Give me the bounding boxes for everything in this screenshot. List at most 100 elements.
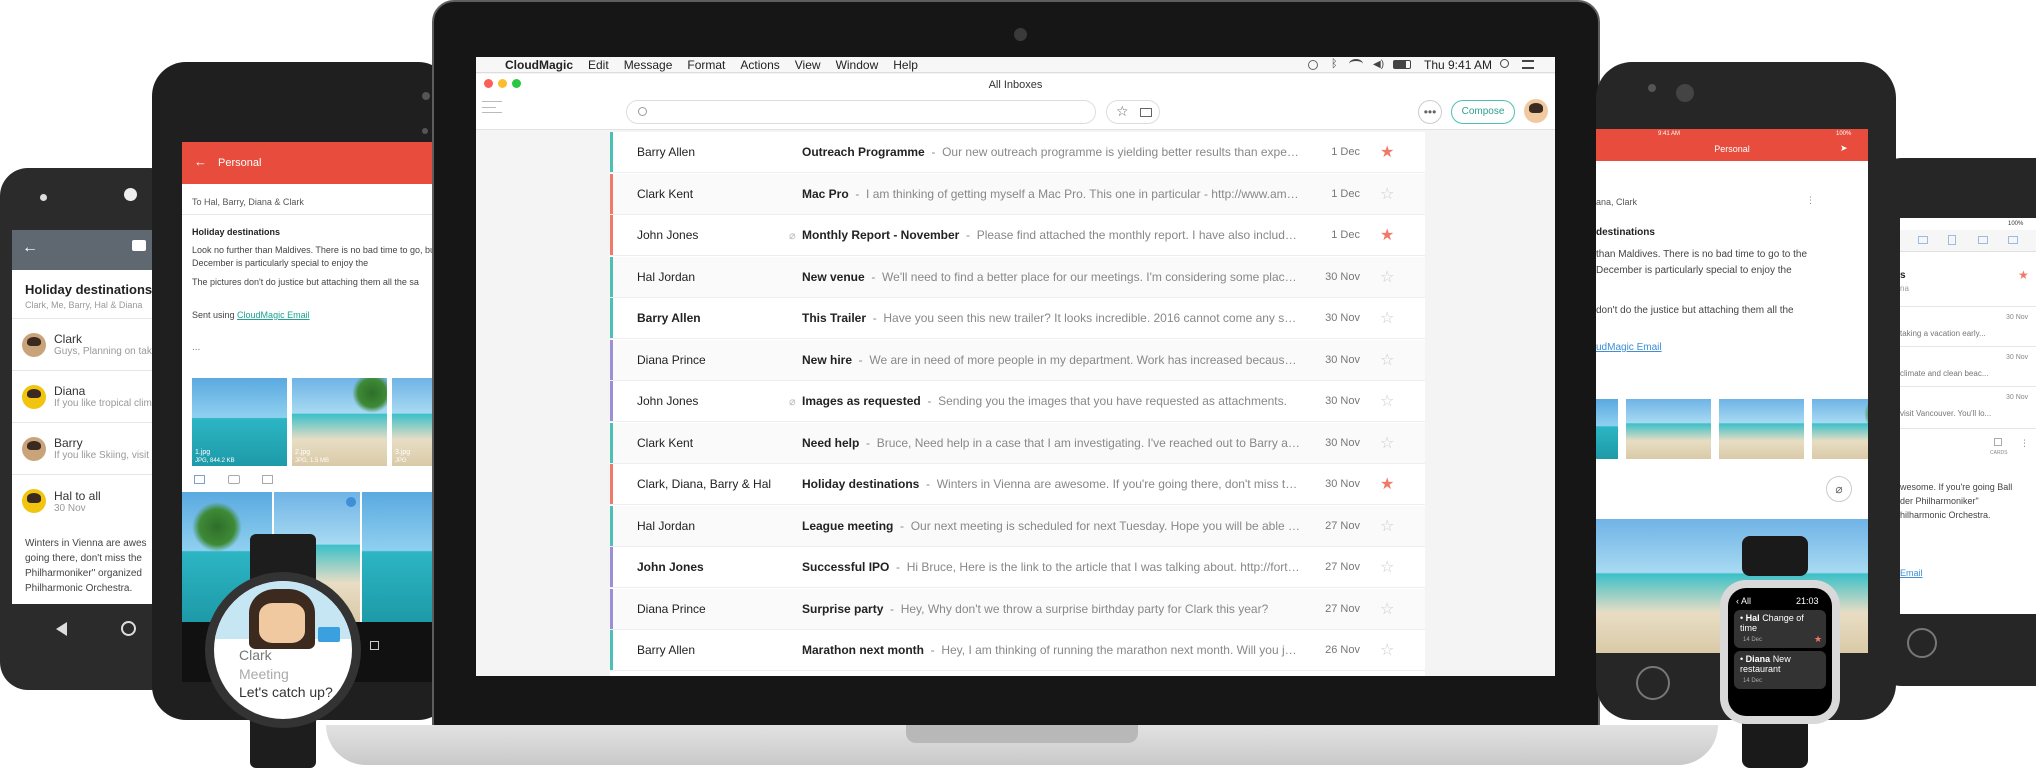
star-icon[interactable]: ☆ <box>1380 184 1394 204</box>
attach-button[interactable]: ⌀ <box>1826 476 1852 502</box>
trash-icon[interactable] <box>1948 235 1956 245</box>
menu-help[interactable]: Help <box>893 58 918 72</box>
menu-app-name[interactable]: CloudMagic <box>505 58 573 72</box>
bluetooth-icon[interactable]: ᛒ <box>1331 58 1338 70</box>
camera-icon[interactable] <box>228 475 240 484</box>
file-icon[interactable] <box>262 475 273 484</box>
send-icon[interactable]: ➤ <box>1840 143 1848 154</box>
menubar-clock[interactable]: Thu 9:41 AM <box>1424 58 1492 72</box>
email-row[interactable]: Barry Allen Outreach Programme - Our new … <box>610 132 1425 173</box>
star-icon[interactable]: ☆ <box>1380 599 1394 619</box>
move-icon[interactable] <box>1978 236 1988 244</box>
menu-window[interactable]: Window <box>836 58 879 72</box>
email-row[interactable]: John Jones ⌀ Images as requested - Sending… <box>610 381 1425 422</box>
folder-icon[interactable] <box>1918 236 1928 244</box>
ipad-home-button[interactable] <box>1636 666 1670 700</box>
list-item[interactable]: Hal to all 30 Nov <box>12 475 164 527</box>
ipad-subject: destinations <box>1596 227 1655 238</box>
iphone-battery: 100% <box>2008 221 2024 227</box>
email-row[interactable]: Clark Kent Mac Pro - I am thinking of get… <box>610 173 1425 215</box>
list-item[interactable]: Barry If you like Skiing, visit Van <box>12 423 164 475</box>
back-arrow-icon[interactable]: ← <box>194 154 207 169</box>
attachment-thumb-1[interactable]: 1.jpg JPG, 844.2 KB <box>192 378 287 466</box>
email-row[interactable]: Clark Kent Need help - Bruce, Need help i… <box>610 422 1425 464</box>
cards-label[interactable]: CARDS <box>1990 450 2008 456</box>
quoted-ellipsis[interactable]: ... <box>192 342 200 353</box>
email-row[interactable]: John Jones Successful IPO - Hi Bruce, Her… <box>610 547 1425 588</box>
ipad-attachment-1[interactable] <box>1596 399 1618 459</box>
star-icon[interactable]: ☆ <box>1380 350 1394 370</box>
attachment-name: 3.jpg <box>395 449 411 456</box>
star-icon[interactable]: ☆ <box>1380 640 1394 660</box>
folder-icon[interactable] <box>132 240 146 251</box>
ipad-attachment-4[interactable] <box>1812 399 1868 459</box>
menu-actions[interactable]: Actions <box>740 58 779 72</box>
volume-icon[interactable]: ◀) <box>1373 59 1384 70</box>
email-row[interactable]: Barry Allen This Trailer - Have you seen … <box>610 298 1425 339</box>
image-icon[interactable] <box>194 475 205 484</box>
notification-center-icon[interactable] <box>1522 60 1534 69</box>
watch-list-item[interactable]: • Diana New restaurant 14 Dec <box>1734 651 1826 689</box>
attachment-thumb-2[interactable]: 2.jpg JPG, 1.5 MB <box>292 378 387 466</box>
list-item[interactable]: Clark Guys, Planning on taking <box>12 319 164 371</box>
recents-nav-icon[interactable] <box>370 641 379 650</box>
email-row[interactable]: Barry Allen Marathon next month - Hey, I … <box>610 630 1425 671</box>
star-icon[interactable]: ☆ <box>1380 433 1394 453</box>
email-date: 1 Dec <box>1331 187 1360 200</box>
ipad-attachment-3[interactable] <box>1719 399 1804 459</box>
email-row[interactable]: Diana Prince Surprise party - Hey, Why do… <box>610 588 1425 630</box>
email-row[interactable]: Clark, Diana, Barry & Hal Holiday destina… <box>610 464 1425 505</box>
sidebar-menu-icon[interactable] <box>482 101 502 113</box>
mail-icon[interactable] <box>2008 236 2018 244</box>
star-icon[interactable]: ★ <box>1380 225 1394 245</box>
menu-message[interactable]: Message <box>624 58 673 72</box>
search-input[interactable] <box>626 100 1096 124</box>
more-options-button[interactable]: ••• <box>1418 100 1442 124</box>
email-sender: Diana Prince <box>637 352 706 367</box>
more-vert-icon[interactable]: ⋮ <box>2020 438 2029 449</box>
battery-icon[interactable] <box>1393 60 1411 69</box>
email-sender: John Jones <box>637 560 704 574</box>
menu-edit[interactable]: Edit <box>588 58 609 72</box>
time-machine-icon[interactable] <box>1308 60 1318 70</box>
spotlight-icon[interactable] <box>1500 59 1509 68</box>
iphone-preview-3: visit Vancouver. You'll lo... <box>1900 409 1992 418</box>
star-icon[interactable]: ★ <box>1380 142 1394 162</box>
email-row[interactable]: John Jones ⌀ Monthly Report - November - P… <box>610 215 1425 256</box>
more-vert-icon[interactable]: ⋮ <box>1806 195 1815 206</box>
cards-icon[interactable] <box>1994 438 2002 446</box>
menu-format[interactable]: Format <box>687 58 725 72</box>
wifi-icon[interactable] <box>1349 59 1363 69</box>
star-icon[interactable]: ☆ <box>1380 267 1394 287</box>
email-row[interactable]: Hal Jordan League meeting - Our next meet… <box>610 505 1425 547</box>
compose-button[interactable]: Compose <box>1451 100 1515 124</box>
signature-link[interactable]: CloudMagic Email <box>237 310 310 320</box>
iphone-home-button[interactable] <box>1907 628 1937 658</box>
iphone-link[interactable]: Email <box>1900 568 1923 578</box>
star-icon[interactable]: ★ <box>2018 268 2029 282</box>
ipad-attachment-2[interactable] <box>1626 399 1711 459</box>
thread-title: Holiday destinations <box>25 282 153 297</box>
apple-watch: ‹ All 21:03 • Hal Change of time 14 Dec … <box>1720 580 1840 724</box>
user-avatar[interactable] <box>1524 99 1548 123</box>
email-row[interactable]: Hal Jordan New venue - We'll need to find… <box>610 256 1425 298</box>
ipad-link[interactable]: udMagic Email <box>1596 342 1662 353</box>
divider <box>182 214 452 215</box>
menu-view[interactable]: View <box>795 58 821 72</box>
email-preview: Hey, I am thinking of running the marath… <box>941 643 1302 657</box>
star-icon[interactable]: ☆ <box>1380 516 1394 536</box>
star-icon[interactable]: ★ <box>1380 474 1394 494</box>
home-nav-icon[interactable] <box>121 621 136 636</box>
watch-back-link[interactable]: ‹ All <box>1736 596 1751 606</box>
email-row[interactable]: Diana Prince New hire - We are in need of… <box>610 339 1425 381</box>
email-sender: Diana Prince <box>637 601 706 616</box>
star-icon[interactable]: ☆ <box>1380 308 1394 328</box>
back-nav-icon[interactable] <box>56 622 67 636</box>
back-arrow-icon[interactable]: ← <box>22 239 38 257</box>
list-item[interactable]: Diana If you like tropical climate <box>12 371 164 423</box>
list-item-name: Clark <box>54 332 83 346</box>
account-color-bar <box>610 339 613 380</box>
watch-list-item[interactable]: • Hal Change of time 14 Dec ★ <box>1734 610 1826 648</box>
star-icon[interactable]: ☆ <box>1380 557 1394 577</box>
star-icon[interactable]: ☆ <box>1380 391 1394 411</box>
